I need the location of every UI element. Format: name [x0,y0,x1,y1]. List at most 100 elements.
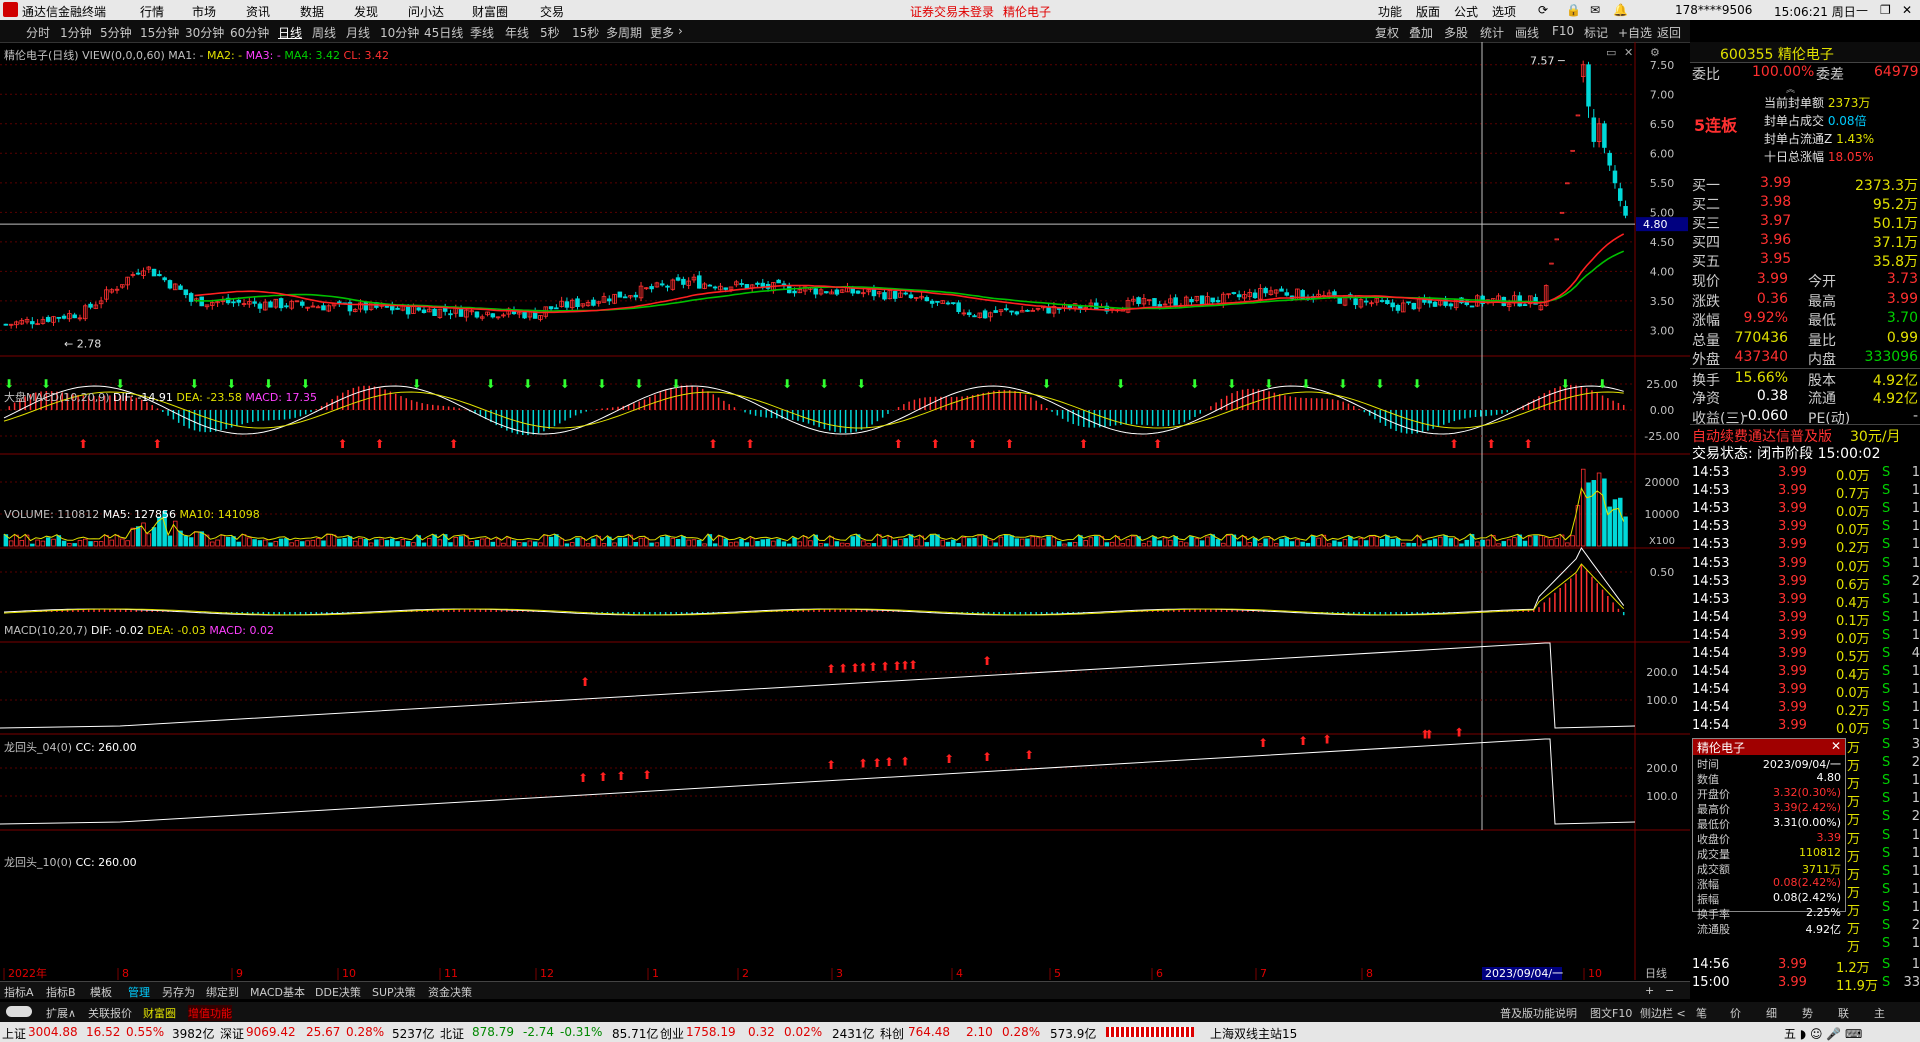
tab-shi[interactable]: 势 [1802,1005,1813,1021]
period-quarter[interactable]: 季线 [470,24,494,41]
bid-row[interactable]: 买三 3.97 50.1万 [1690,212,1920,232]
period-60min[interactable]: 60分钟 [230,24,269,41]
period-monthly[interactable]: 月线 [346,24,370,41]
period-fenshi[interactable]: 分时 [26,24,50,41]
expand-tab[interactable]: 扩展∧ [46,1005,76,1021]
close-icon[interactable]: ✕ [1902,3,1912,17]
tab-indicator-a[interactable]: 指标A [4,984,34,1000]
menu-zixun[interactable]: 资讯 [246,3,270,20]
tab-jia[interactable]: 价 [1730,1005,1741,1021]
seal-value-0: 2373万 [1827,96,1871,110]
minimize-icon[interactable]: — [1856,3,1868,17]
tab-template[interactable]: 模板 [90,984,112,1000]
login-notice[interactable]: 证券交易未登录 [910,3,994,20]
tool-duogu[interactable]: 多股 [1444,24,1468,41]
feature-notes-link[interactable]: 普及版功能说明 [1500,1005,1577,1021]
tab-bind-to[interactable]: 绑定到 [206,984,239,1000]
tool-tongji[interactable]: 统计 [1480,24,1504,41]
ad-banner[interactable]: 自动续费通达信普及版 30元/月 [1690,424,1920,445]
menu-shuju[interactable]: 数据 [300,3,324,20]
stat-value: 437340 [1734,349,1788,365]
ime-icon[interactable]: 五 ◗ ☺ 🎤 ⌨ [1784,1025,1862,1042]
idx-bz-name[interactable]: 北证 [440,1025,464,1042]
idx-sz-name[interactable]: 深证 [220,1025,244,1042]
lock-icon[interactable]: 🔒 [1566,3,1581,17]
menu-jiaoyi[interactable]: 交易 [540,3,564,20]
period-weekly[interactable]: 周线 [312,24,336,41]
menu-wenxiaoda[interactable]: 问小达 [408,3,444,20]
mail-icon[interactable]: ✉ [1590,3,1600,17]
f10-link[interactable]: 图文F10 [1590,1005,1632,1021]
zoom-out-icon[interactable]: − [1665,984,1674,997]
tab-dde[interactable]: DDE决策 [315,984,361,1000]
period-30min[interactable]: 30分钟 [185,24,224,41]
toggle-switch[interactable] [6,1006,32,1017]
stock-header[interactable]: 600355 精伦电子 [1690,42,1920,63]
tab-indicator-b[interactable]: 指标B [46,984,76,1000]
sidebar-toggle[interactable]: 侧边栏 < [1640,1005,1686,1021]
bid-row[interactable]: 买四 3.96 37.1万 [1690,231,1920,251]
zoom-in-icon[interactable]: + [1645,984,1654,997]
period-multi[interactable]: 多周期 [606,24,642,41]
period-10min[interactable]: 10分钟 [380,24,419,41]
idx-sh-name[interactable]: 上证 [2,1025,26,1042]
bid-row[interactable]: 买二 3.98 95.2万 [1690,193,1920,213]
menu-gongneng[interactable]: 功能 [1378,3,1402,20]
period-1min[interactable]: 1分钟 [60,24,92,41]
account-label[interactable]: 178****9506 [1675,3,1752,17]
period-year[interactable]: 年线 [505,24,529,41]
tool-fanhui[interactable]: 返回 [1657,24,1681,41]
period-daily[interactable]: 日线 [278,24,302,41]
macd2-name: MACD(10,20,7) [4,624,88,637]
tab-xi[interactable]: 细 [1766,1005,1777,1021]
menu-shichang[interactable]: 市场 [192,3,216,20]
gear-icon[interactable]: ⚙ [1650,46,1660,59]
tab-zhu[interactable]: 主 [1874,1005,1885,1021]
period-15min[interactable]: 15分钟 [140,24,179,41]
tool-zixuan[interactable]: +自选 [1618,24,1652,41]
period-more[interactable]: 更多 [650,24,674,41]
tab-save-as[interactable]: 另存为 [162,984,195,1000]
macd1-tick: -25.00 [1644,430,1679,443]
tool-biaoji[interactable]: 标记 [1584,24,1608,41]
menu-faxian[interactable]: 发现 [354,3,378,20]
chevron-right-icon[interactable]: › [678,24,683,38]
data-tooltip-window: 精伦电子 ✕ 时间 2023/09/04/一 数值 4.80 开盘价 3.32(0.30%)… [1692,738,1846,936]
period-5sec[interactable]: 5秒 [540,24,560,41]
tool-diejia[interactable]: 叠加 [1409,24,1433,41]
tab-fund[interactable]: 资金决策 [428,984,472,1000]
wealth-circle-tab[interactable]: 财富圈 [143,1005,176,1021]
bid-row[interactable]: 买一 3.99 2373.3万 [1690,174,1920,194]
menu-gongshi[interactable]: 公式 [1454,3,1478,20]
menu-hangqing[interactable]: 行情 [140,3,164,20]
candles[interactable] [3,60,1628,329]
tab-lian[interactable]: 联 [1838,1005,1849,1021]
period-45day[interactable]: 45日线 [424,24,463,41]
tab-bi[interactable]: 笔 [1696,1005,1707,1021]
idx-kc-name[interactable]: 科创 [880,1025,904,1042]
period-5min[interactable]: 5分钟 [100,24,132,41]
menu-caifuquan[interactable]: 财富圈 [472,3,508,20]
bid-row[interactable]: 买五 3.95 35.8万 [1690,250,1920,270]
maximize-icon[interactable]: ❐ [1880,3,1891,17]
bell-icon[interactable]: 🔔 [1613,3,1628,17]
settings-small-icon[interactable]: ▭ [1606,46,1616,59]
related-quote-tab[interactable]: 关联报价 [88,1005,132,1021]
menu-banmian[interactable]: 版面 [1416,3,1440,20]
period-15sec[interactable]: 15秒 [572,24,599,41]
server-label[interactable]: 上海双线主站15 [1210,1025,1297,1042]
tick-row: 14:53 3.99 0.6万 S 2 [1690,573,1920,593]
tab-sup[interactable]: SUP决策 [372,984,416,1000]
tab-macd-basic[interactable]: MACD基本 [250,984,305,1000]
menu-xuanxiang[interactable]: 选项 [1492,3,1516,20]
tab-manage[interactable]: 管理 [128,984,150,1000]
popup-close-icon[interactable]: ✕ [1831,739,1841,753]
ma3-label: MA3: - [245,49,281,62]
close-small-icon[interactable]: ✕ [1624,46,1633,59]
refresh-icon[interactable]: ⟳ [1538,3,1548,17]
tool-f10[interactable]: F10 [1552,24,1574,38]
tool-huaxian[interactable]: 画线 [1515,24,1539,41]
idx-cy-name[interactable]: 创业 [660,1025,684,1042]
tool-fuquan[interactable]: 复权 [1375,24,1399,41]
value-added-tab[interactable]: 增值功能 [188,1005,232,1021]
